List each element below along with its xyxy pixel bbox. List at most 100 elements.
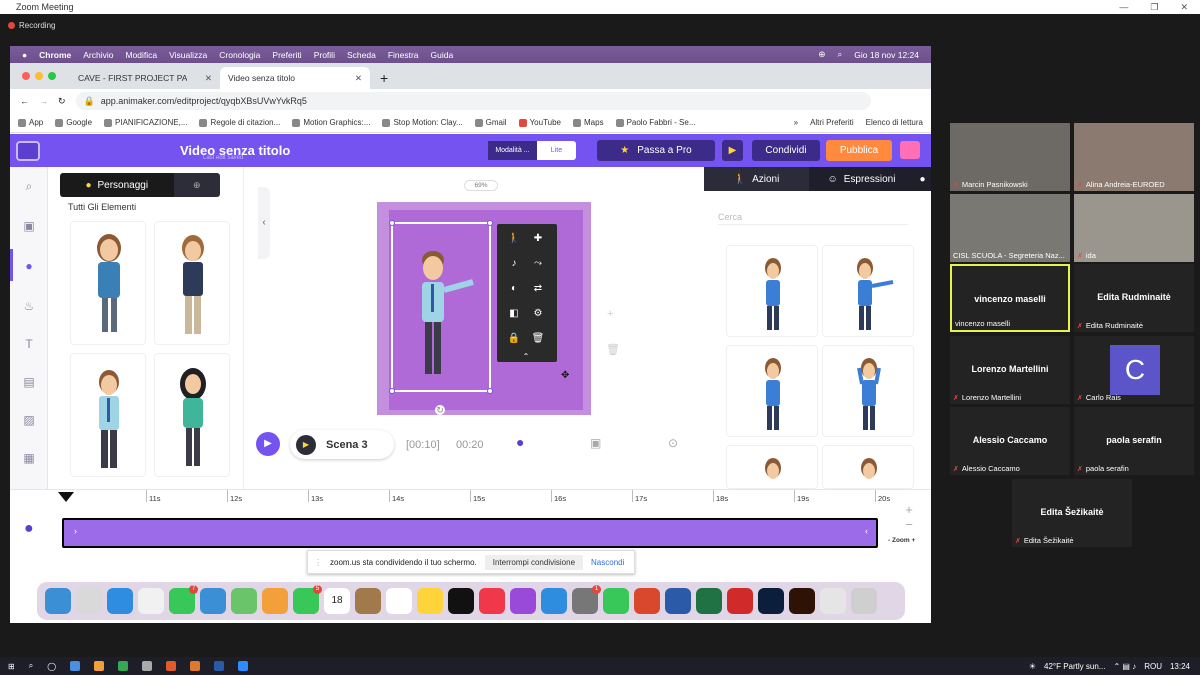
character-avatar-icon[interactable]: ● bbox=[516, 434, 524, 450]
publish-button[interactable]: Pubblica bbox=[826, 140, 892, 161]
photos-icon[interactable] bbox=[262, 588, 288, 614]
search-icon[interactable]: ⌕ bbox=[29, 661, 33, 671]
close-window-icon[interactable] bbox=[22, 72, 30, 80]
whatsapp-icon[interactable] bbox=[603, 588, 629, 614]
chevron-up-icon[interactable]: ⌃ bbox=[519, 350, 533, 364]
text-icon[interactable]: T bbox=[22, 337, 36, 351]
resize-handle[interactable] bbox=[389, 388, 395, 394]
bookmark-item[interactable]: Stop Motion: Clay... bbox=[382, 118, 463, 127]
back-icon[interactable]: ← bbox=[20, 96, 29, 106]
apple-icon[interactable]: ● bbox=[22, 50, 27, 60]
safari-icon[interactable] bbox=[107, 588, 133, 614]
resize-handle[interactable] bbox=[487, 220, 493, 226]
resize-handle[interactable] bbox=[389, 220, 395, 226]
bookmark-item[interactable]: YouTube bbox=[518, 118, 561, 127]
weather-text[interactable]: 42°F Partly sun... bbox=[1044, 662, 1105, 671]
action-card[interactable] bbox=[726, 245, 818, 337]
close-icon[interactable]: ✕ bbox=[1180, 2, 1188, 13]
task-view-icon[interactable]: ◯ bbox=[47, 662, 56, 671]
participant-tile[interactable]: Lorenzo Martellini ✗ Lorenzo Martellini bbox=[950, 336, 1070, 404]
action-card[interactable] bbox=[822, 445, 914, 489]
bookmark-item[interactable]: Google bbox=[55, 118, 92, 127]
bookmarks-more[interactable]: » bbox=[794, 118, 798, 127]
zoom-icon[interactable] bbox=[238, 661, 249, 671]
palette-icon[interactable]: ◐ bbox=[507, 282, 521, 296]
chrome-icon[interactable] bbox=[118, 661, 129, 671]
language-indicator[interactable]: ROU bbox=[1144, 662, 1162, 671]
bookmark-item[interactable]: Gmail bbox=[474, 118, 507, 127]
mac-menu-item[interactable]: Modifica bbox=[126, 50, 158, 60]
preview-play-button[interactable]: ▶ bbox=[722, 140, 743, 161]
mac-menu-item[interactable]: Visualizza bbox=[169, 50, 207, 60]
video-icon[interactable]: ▦ bbox=[22, 451, 36, 465]
opacity-icon[interactable]: ◧ bbox=[507, 307, 521, 321]
appstore-icon[interactable] bbox=[541, 588, 567, 614]
participant-tile[interactable]: Edita Šežikaitė ✗ Edita Šežikaitė bbox=[1012, 479, 1132, 547]
chevron-right-icon[interactable]: › bbox=[74, 526, 77, 536]
play-icon[interactable]: ▶ bbox=[296, 434, 316, 455]
app-icon[interactable] bbox=[190, 661, 201, 671]
image-icon[interactable]: ▨ bbox=[22, 413, 36, 427]
share-button[interactable]: Condividi bbox=[752, 140, 820, 161]
props-icon[interactable]: ♨ bbox=[22, 299, 36, 313]
podcasts-icon[interactable] bbox=[510, 588, 536, 614]
gift-icon[interactable] bbox=[900, 141, 920, 159]
messages-icon[interactable]: 7 bbox=[169, 585, 198, 614]
windows-start-icon[interactable]: ⊞ bbox=[8, 662, 15, 671]
powerpoint-icon[interactable] bbox=[634, 588, 660, 614]
word-icon[interactable] bbox=[665, 588, 691, 614]
microphone-icon[interactable]: ♪ bbox=[507, 257, 521, 271]
reading-list[interactable]: Elenco di lettura bbox=[866, 118, 923, 127]
participant-tile-active[interactable]: vincenzo maselli vincenzo maselli bbox=[950, 264, 1070, 332]
lock-icon[interactable]: 🔒 bbox=[507, 332, 521, 346]
search-icon[interactable]: ⌕ bbox=[22, 179, 36, 193]
bookmark-item[interactable]: Paolo Fabbri - Se... bbox=[615, 118, 695, 127]
playhead-icon[interactable] bbox=[58, 492, 74, 502]
action-icon[interactable]: ✚ bbox=[531, 232, 545, 246]
drag-handle-icon[interactable]: ⋮ bbox=[314, 558, 322, 567]
play-scene-button[interactable]: ▶ bbox=[256, 432, 280, 456]
bookmark-item[interactable]: Regole di citazion... bbox=[199, 118, 280, 127]
stop-sharing-button[interactable]: Interrompi condivisione bbox=[484, 554, 584, 570]
tab-video[interactable]: Video senza titolo ✕ bbox=[220, 67, 370, 89]
character-track[interactable]: › ‹ bbox=[62, 518, 878, 548]
resize-handle[interactable] bbox=[487, 388, 493, 394]
swap-icon[interactable]: ⇄ bbox=[531, 282, 545, 296]
illustrator-icon[interactable] bbox=[789, 588, 815, 614]
scene-selector[interactable]: ▶ Scena 3 bbox=[290, 430, 394, 459]
action-card[interactable] bbox=[822, 345, 914, 437]
excel-icon[interactable] bbox=[696, 588, 722, 614]
url-field[interactable]: 🔒 app.animaker.com/editproject/qyqbXBsUV… bbox=[75, 92, 871, 110]
mode-toggle[interactable]: Modalità ... Lite bbox=[488, 141, 576, 160]
tab-actions[interactable]: 🚶 Azioni bbox=[704, 167, 809, 191]
forward-icon[interactable]: → bbox=[39, 96, 48, 106]
hide-button[interactable]: Nascondi bbox=[591, 558, 624, 567]
facetime-icon[interactable]: 5 bbox=[293, 585, 322, 614]
mail-icon[interactable] bbox=[200, 588, 226, 614]
maximize-icon[interactable]: ❐ bbox=[1150, 2, 1158, 13]
notes-icon[interactable] bbox=[417, 588, 443, 614]
app-icon[interactable] bbox=[142, 661, 153, 671]
add-icon[interactable]: + bbox=[607, 308, 613, 320]
bookmark-item[interactable]: Maps bbox=[573, 118, 604, 127]
zoom-in-icon[interactable]: + bbox=[894, 502, 924, 517]
character-card[interactable] bbox=[154, 221, 230, 345]
mac-menu-item[interactable]: Cronologia bbox=[219, 50, 260, 60]
scenes-icon[interactable]: ▣ bbox=[22, 219, 36, 233]
close-tab-icon[interactable]: ✕ bbox=[205, 73, 212, 84]
camera-icon[interactable]: ▣ bbox=[590, 436, 601, 450]
focus-icon[interactable]: ⊙ bbox=[668, 436, 678, 450]
participant-tile[interactable]: ✗ Alina Andreia-EUROED bbox=[1074, 123, 1194, 191]
settings-icon[interactable]: 1 bbox=[572, 585, 601, 614]
clock[interactable]: 13:24 bbox=[1170, 662, 1190, 671]
close-tab-icon[interactable]: ✕ bbox=[355, 73, 362, 84]
character-card[interactable] bbox=[70, 221, 146, 345]
launchpad-icon[interactable] bbox=[76, 588, 102, 614]
chevron-left-icon[interactable]: ‹ bbox=[865, 526, 868, 536]
photoshop-icon[interactable] bbox=[758, 588, 784, 614]
action-card[interactable] bbox=[726, 445, 818, 489]
background-icon[interactable]: ▤ bbox=[22, 375, 36, 389]
settings-icon[interactable]: ⚙ bbox=[531, 307, 545, 321]
participant-tile[interactable]: CISL SCUOLA - Segreteria Naz... bbox=[950, 194, 1070, 262]
zoom-level-dropdown[interactable]: 69% bbox=[464, 180, 498, 191]
